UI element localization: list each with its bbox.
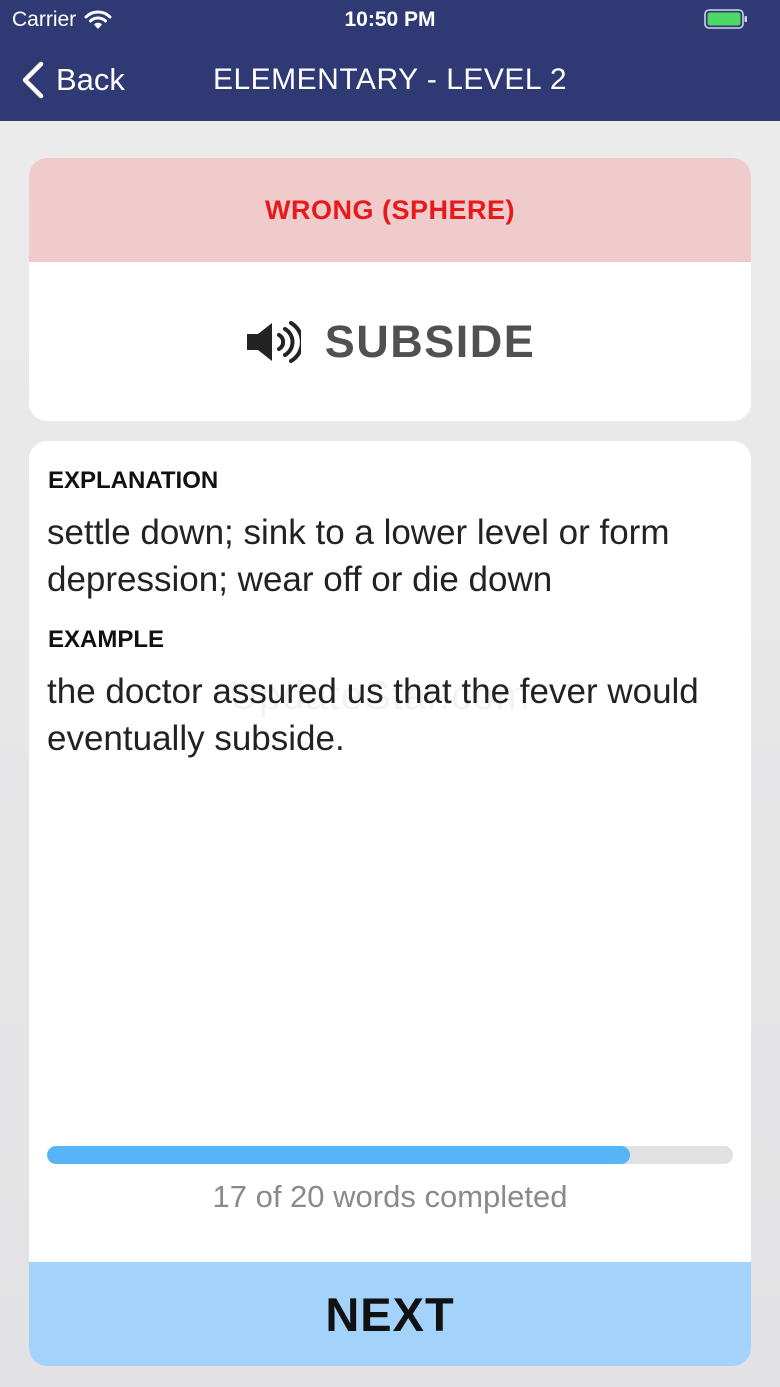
status-time: 10:50 PM [344, 8, 436, 31]
word-row: SUBSIDE [29, 262, 751, 421]
next-button[interactable]: NEXT [29, 1262, 751, 1366]
battery-full-icon [704, 9, 747, 29]
next-button-label: NEXT [325, 1287, 455, 1341]
example-label: EXAMPLE [48, 626, 165, 653]
result-text: WRONG (SPHERE) [265, 194, 515, 225]
vocabulary-word: SUBSIDE [324, 315, 536, 367]
explanation-label: EXPLANATION [48, 467, 219, 494]
page-title: ELEMENTARY - LEVEL 2 [212, 63, 568, 96]
progress-bar [47, 1146, 733, 1164]
word-card: WRONG (SPHERE) SUBSIDE [29, 158, 751, 421]
progress-text: 17 of 20 words completed [212, 1179, 568, 1214]
top-bar: Carrier 10:50 PM Back ELEMENTARY - LEVEL… [0, 0, 780, 121]
example-text: the doctor assured us that the fever wou… [47, 672, 699, 758]
result-banner: WRONG (SPHERE) [29, 158, 751, 262]
explanation-text: settle down; sink to a lower level or fo… [47, 513, 670, 599]
progress-fill [47, 1146, 631, 1164]
speaker-icon[interactable] [245, 319, 301, 365]
status-bar: Carrier 10:50 PM [0, 0, 780, 40]
definition-card: EXPLANATION settle down; sink to a lower… [29, 441, 751, 1366]
navigation-bar: Back ELEMENTARY - LEVEL 2 [0, 40, 780, 121]
